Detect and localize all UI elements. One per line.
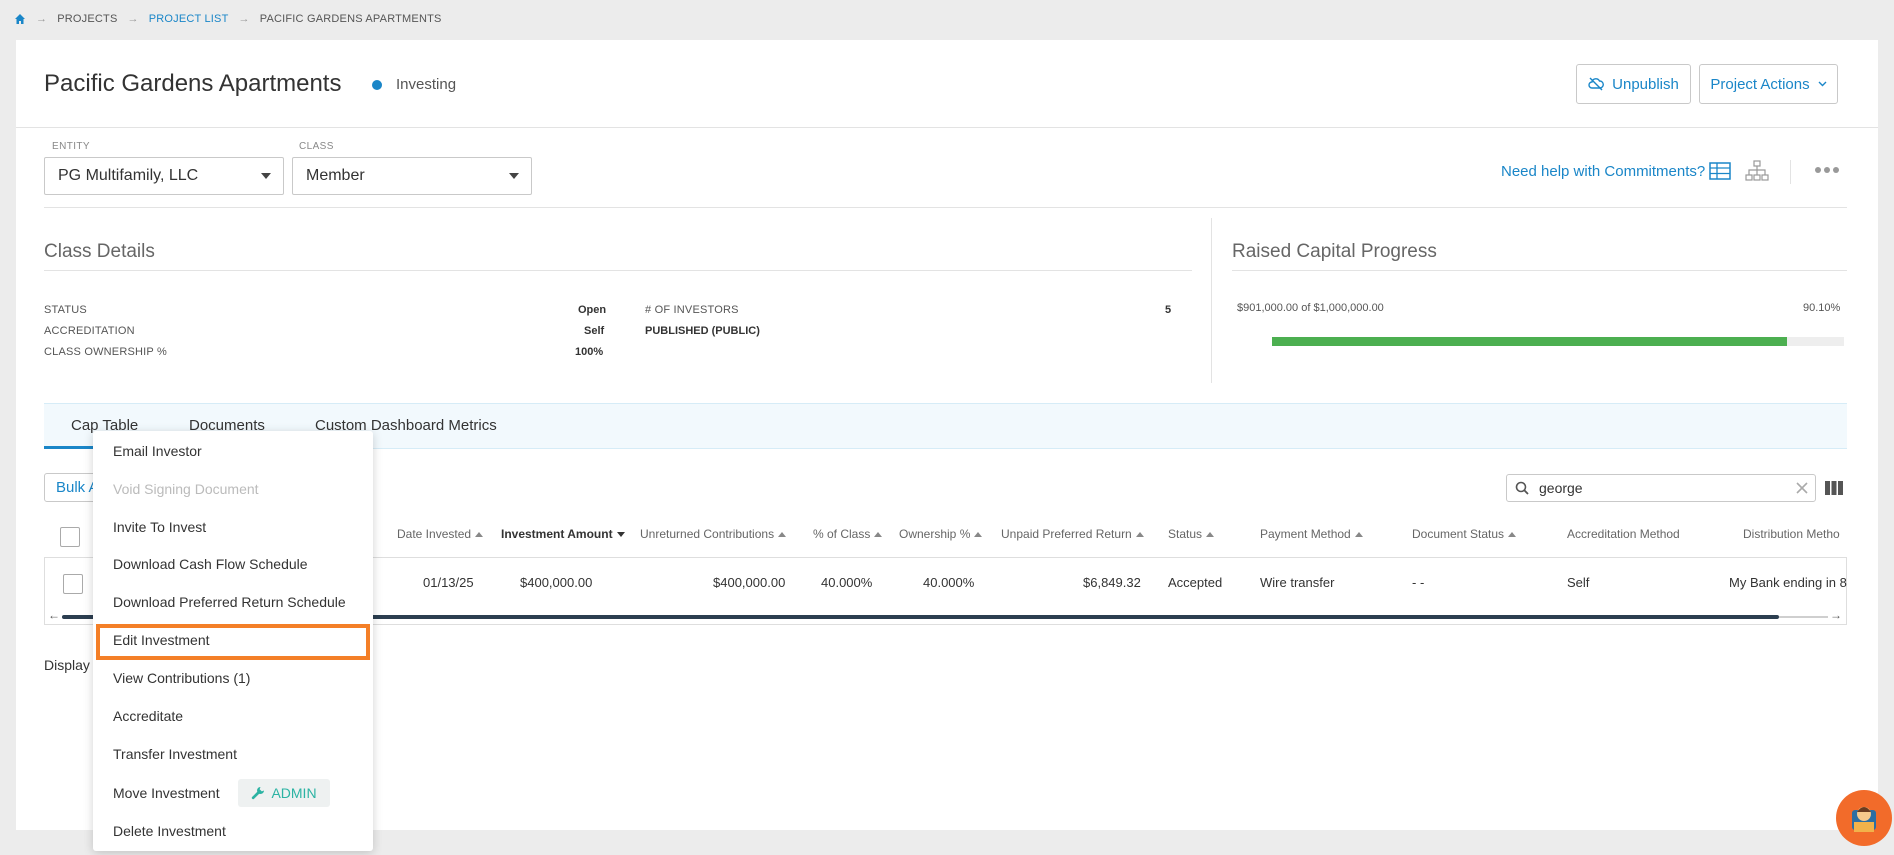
raised-capital-title: Raised Capital Progress [1232, 241, 1437, 262]
page-title: Pacific Gardens Apartments [44, 70, 342, 97]
investors-value: 5 [1165, 304, 1172, 316]
menu-item-download-preferred-return[interactable]: Download Preferred Return Schedule [113, 594, 346, 610]
ownership-label: CLASS OWNERSHIP % [44, 346, 168, 358]
ownership-value: 100% [575, 346, 604, 358]
caret-down-icon [509, 173, 519, 179]
col-unreturned-contributions[interactable]: Unreturned Contributions [640, 527, 787, 541]
accreditation-value: Self [584, 325, 605, 337]
table-view-icon[interactable] [1709, 162, 1731, 180]
col-status[interactable]: Status [1168, 527, 1215, 541]
menu-item-move-investment[interactable]: Move Investment [113, 785, 220, 801]
cell-payment: Wire transfer [1260, 575, 1335, 590]
breadcrumb-separator: → [127, 13, 139, 25]
class-details-title: Class Details [44, 241, 155, 262]
raised-amount: $901,000.00 of $1,000,000.00 [1237, 302, 1384, 314]
cell-investment-amount: $400,000.00 [520, 575, 593, 590]
cell-unreturned: $400,000.00 [713, 575, 786, 590]
commitments-help-link[interactable]: Need help with Commitments? [1501, 163, 1705, 180]
chevron-down-icon [1818, 81, 1827, 87]
unpublish-label: Unpublish [1612, 75, 1679, 93]
col-distribution-method[interactable]: Distribution Metho [1743, 527, 1840, 541]
entity-label: ENTITY [52, 141, 90, 152]
select-all-checkbox[interactable] [60, 527, 80, 547]
breadcrumb-project-list[interactable]: PROJECT LIST [149, 13, 229, 25]
menu-item-transfer-investment[interactable]: Transfer Investment [113, 746, 237, 762]
menu-item-invite-to-invest[interactable]: Invite To Invest [113, 519, 206, 535]
col-pct-class[interactable]: % of Class [813, 527, 883, 541]
breadcrumb: → PROJECTS → PROJECT LIST → PACIFIC GARD… [14, 11, 442, 27]
columns-icon[interactable] [1824, 480, 1844, 496]
more-options-icon[interactable] [1814, 166, 1840, 174]
display-count-text: Display [44, 657, 90, 673]
cell-status: Accepted [1168, 575, 1223, 590]
project-actions-button[interactable]: Project Actions [1699, 64, 1838, 104]
breadcrumb-projects[interactable]: PROJECTS [57, 13, 117, 25]
help-assistant-avatar[interactable] [1836, 790, 1892, 846]
menu-item-view-contributions[interactable]: View Contributions (1) [113, 670, 250, 686]
cell-accreditation: Self [1567, 575, 1590, 590]
search-value: george [1539, 480, 1583, 496]
admin-badge: ADMIN [238, 779, 330, 807]
class-details-divider [44, 270, 1192, 271]
breadcrumb-separator: → [238, 13, 250, 25]
breadcrumb-current: PACIFIC GARDENS APARTMENTS [259, 13, 442, 25]
published-status: PUBLISHED (PUBLIC) [645, 325, 760, 337]
status-label: STATUS [44, 304, 87, 316]
progress-fill [1272, 337, 1787, 346]
class-label: CLASS [299, 141, 334, 152]
cell-doc-status: - - [1412, 575, 1425, 590]
cloud-off-icon [1588, 77, 1605, 91]
search-input[interactable]: george [1506, 474, 1816, 502]
cell-distribution: My Bank ending in 8 [1729, 575, 1847, 590]
menu-item-highlight [96, 624, 370, 660]
caret-down-icon [261, 173, 271, 179]
close-icon[interactable] [1794, 480, 1810, 496]
col-accreditation-method[interactable]: Accreditation Method [1567, 527, 1680, 541]
menu-item-delete-investment[interactable]: Delete Investment [113, 823, 226, 839]
menu-item-void-signing-document: Void Signing Document [113, 481, 259, 497]
accreditation-label: ACCREDITATION [44, 325, 135, 337]
status-dot [372, 80, 382, 90]
col-investment-amount[interactable]: Investment Amount [501, 527, 625, 541]
col-payment-method[interactable]: Payment Method [1260, 527, 1363, 541]
section-divider [1211, 218, 1212, 383]
filters-divider [44, 207, 1847, 208]
home-icon[interactable] [14, 13, 26, 25]
status-value: Open [578, 304, 607, 316]
entity-select[interactable]: PG Multifamily, LLC [44, 157, 284, 195]
class-value: Member [306, 167, 365, 184]
scroll-right-icon[interactable]: → [1830, 608, 1842, 622]
raised-capital-divider [1232, 270, 1847, 271]
breadcrumb-separator: → [36, 13, 48, 25]
scroll-left-icon[interactable]: ← [48, 608, 60, 622]
col-document-status[interactable]: Document Status [1412, 527, 1517, 541]
menu-item-email-investor[interactable]: Email Investor [113, 443, 202, 459]
menu-item-accreditate[interactable]: Accreditate [113, 708, 183, 724]
status-badge: Investing [396, 76, 457, 93]
col-date-invested[interactable]: Date Invested [397, 527, 484, 541]
row-checkbox[interactable] [63, 574, 83, 594]
unpublish-button[interactable]: Unpublish [1576, 64, 1691, 104]
assistant-icon [1852, 807, 1876, 832]
cell-ownership: 40.000% [923, 575, 975, 590]
col-ownership[interactable]: Ownership % [899, 527, 983, 541]
entity-value: PG Multifamily, LLC [58, 167, 199, 184]
class-select[interactable]: Member [292, 157, 532, 195]
admin-label: ADMIN [271, 785, 317, 801]
cell-unpaid-pref: $6,849.32 [1083, 575, 1141, 590]
cell-date-invested: 01/13/25 [423, 575, 474, 590]
project-actions-label: Project Actions [1710, 75, 1810, 93]
search-icon [1515, 481, 1529, 495]
investors-label: # OF INVESTORS [645, 304, 739, 316]
col-unpaid-preferred-return[interactable]: Unpaid Preferred Return [1001, 527, 1144, 541]
cell-pct-class: 40.000% [821, 575, 873, 590]
wrench-icon [252, 787, 265, 800]
raised-percent: 90.10% [1803, 302, 1841, 314]
menu-item-download-cash-flow[interactable]: Download Cash Flow Schedule [113, 556, 308, 572]
hierarchy-view-icon[interactable] [1745, 160, 1769, 182]
toolbar-divider [1790, 160, 1791, 184]
